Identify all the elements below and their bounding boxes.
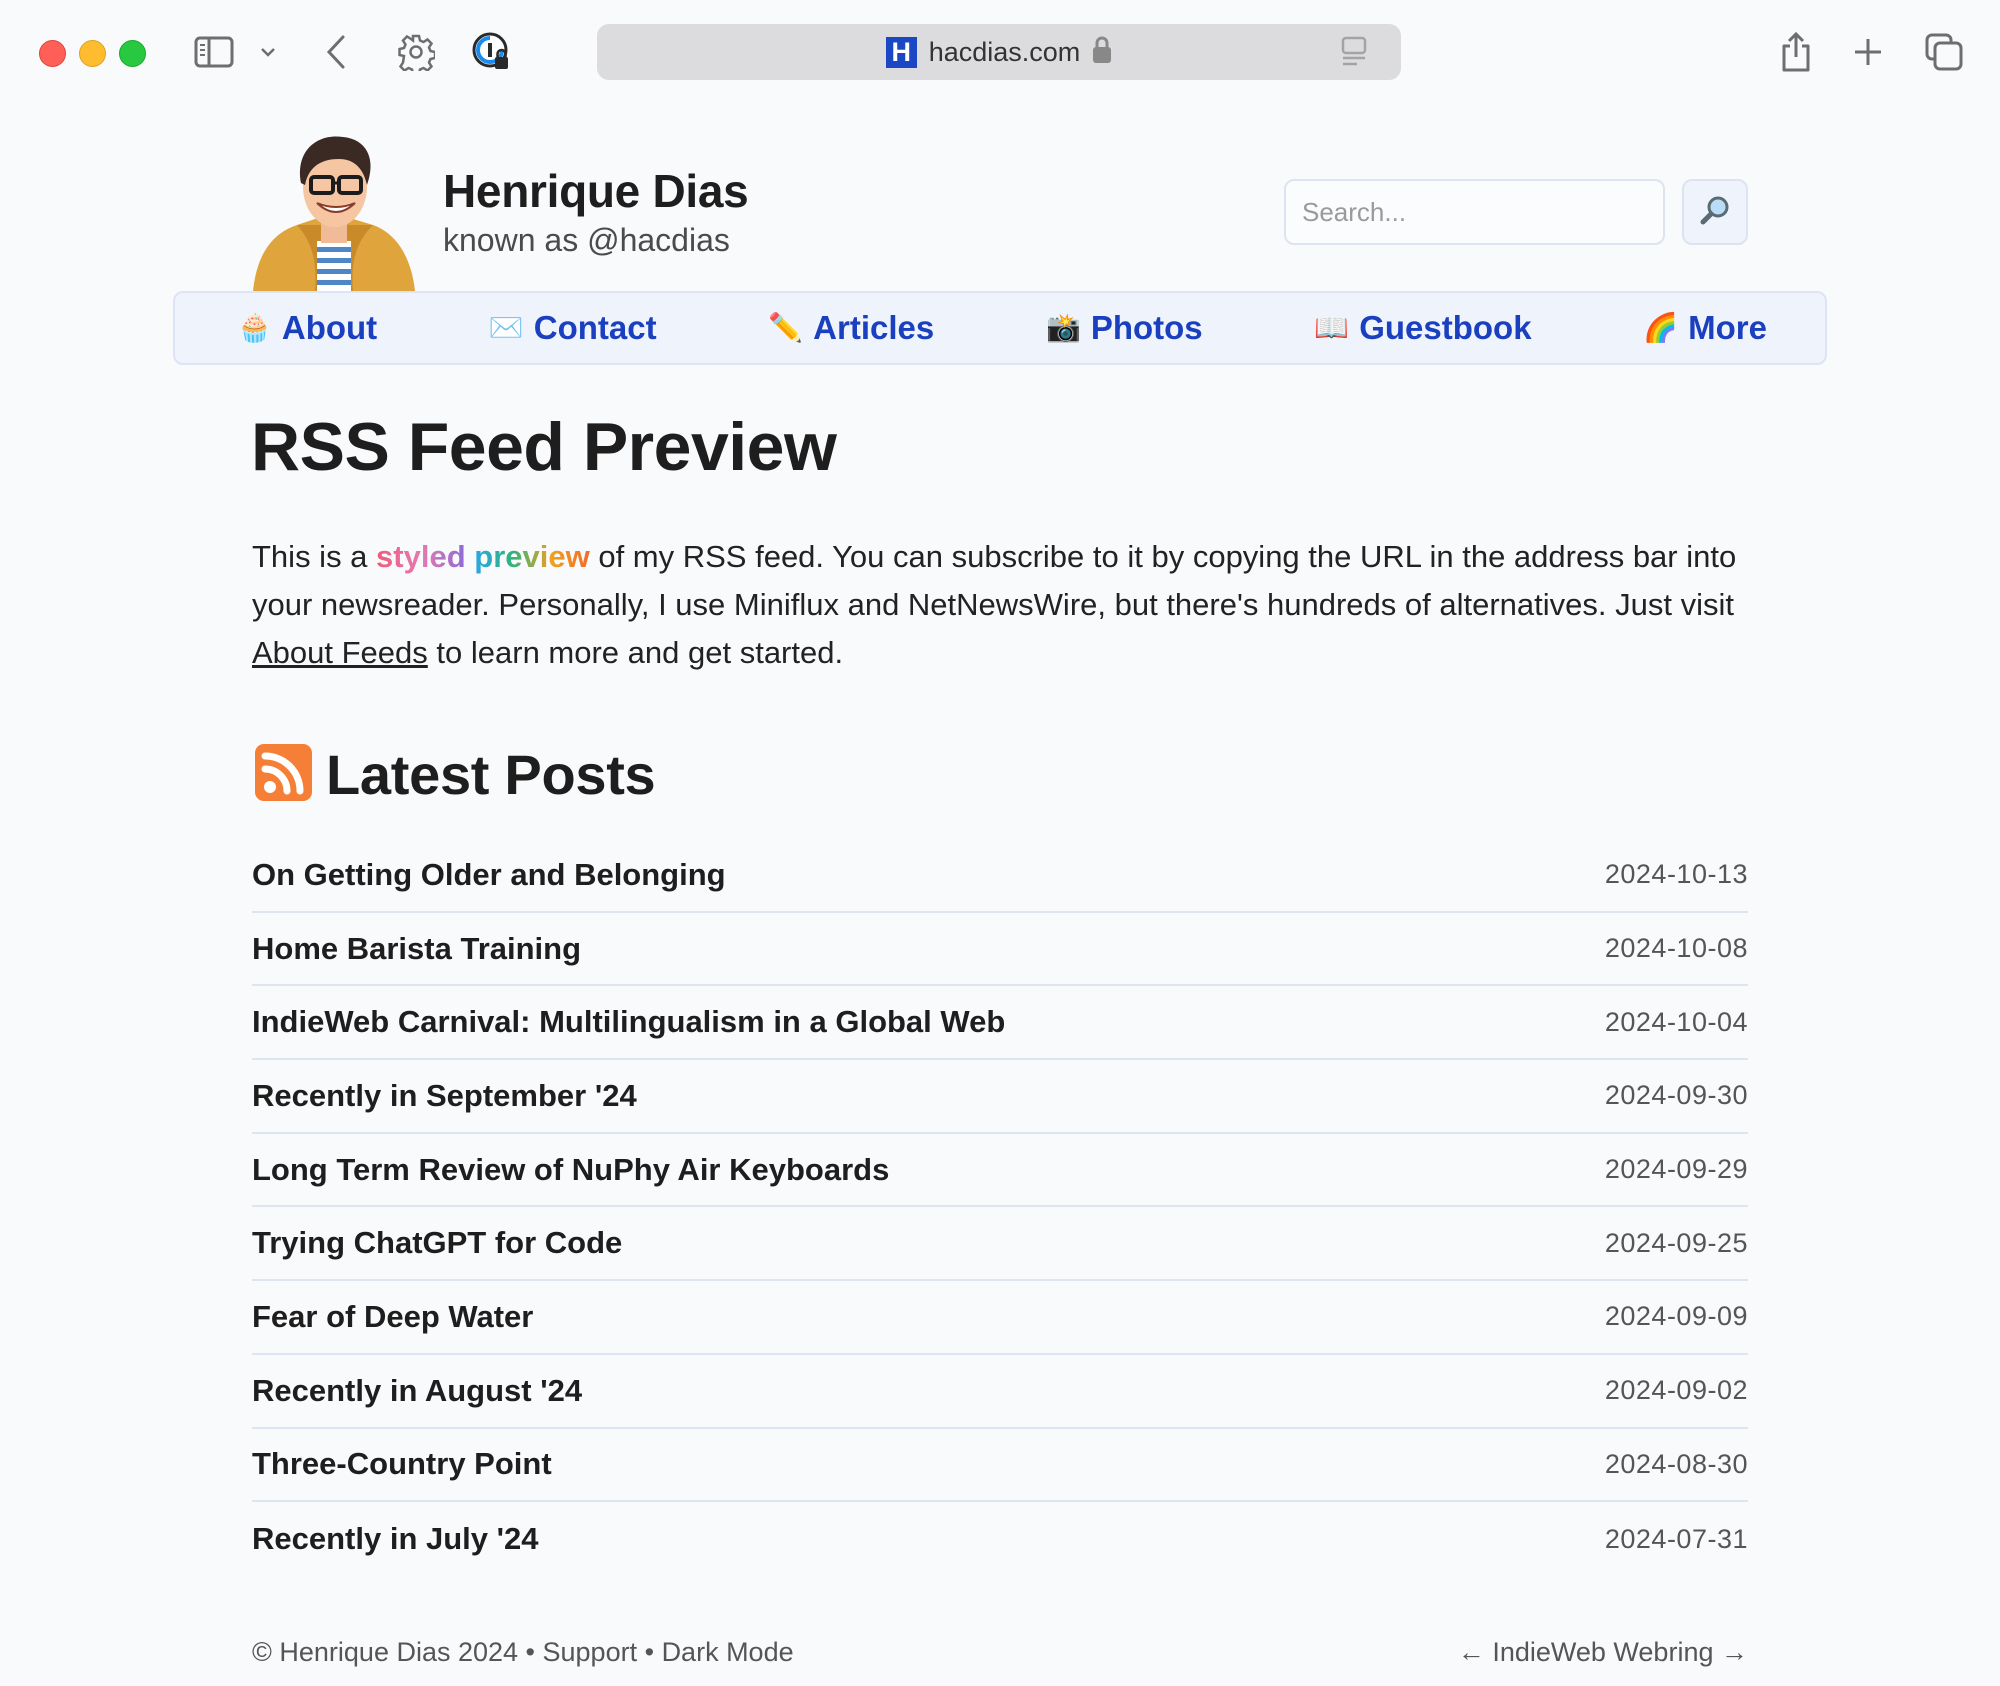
post-title-link[interactable]: Three-Country Point — [252, 1446, 552, 1482]
webring-link[interactable]: IndieWeb Webring — [1492, 1637, 1713, 1667]
tab-overview-button[interactable] — [1922, 30, 1966, 74]
list-item: Recently in July '24 2024-07-31 — [252, 1502, 1748, 1576]
nav-item-articles[interactable]: ✏️ Articles — [768, 309, 934, 347]
zoom-window-button[interactable] — [119, 40, 146, 67]
support-link[interactable]: Support — [543, 1637, 638, 1667]
pencil-icon: ✏️ — [768, 312, 804, 343]
intro-paragraph: This is a styled preview of my RSS feed.… — [252, 539, 1737, 670]
nav-item-contact[interactable]: ✉️ Contact — [489, 309, 657, 347]
gear-icon — [397, 33, 435, 71]
preview-word: preview — [474, 539, 590, 574]
password-extension-icon — [471, 31, 513, 73]
tab-group-dropdown[interactable] — [246, 30, 290, 74]
post-title-link[interactable]: Recently in August '24 — [252, 1373, 582, 1409]
webring: ← IndieWeb Webring → — [1458, 1637, 1748, 1668]
styled-word: styled — [376, 539, 466, 574]
post-date: 2024-09-29 — [1604, 1154, 1748, 1185]
post-date: 2024-07-31 — [1604, 1523, 1748, 1554]
share-button[interactable] — [1774, 30, 1818, 74]
address-bar[interactable]: H hacdias.com — [597, 24, 1401, 80]
chevron-down-icon — [260, 46, 276, 58]
post-title-link[interactable]: Fear of Deep Water — [252, 1299, 533, 1335]
rss-icon — [255, 743, 312, 806]
sidebar-toggle-button[interactable] — [192, 30, 236, 74]
open-book-icon: 📖 — [1314, 312, 1350, 343]
site-handle: known as @hacdias — [443, 222, 730, 258]
footer-left: © Henrique Dias 2024 • Support • Dark Mo… — [252, 1637, 794, 1667]
post-date: 2024-10-04 — [1604, 1006, 1748, 1037]
list-item: Fear of Deep Water 2024-09-09 — [252, 1281, 1748, 1355]
site-name[interactable]: Henrique Dias — [443, 164, 749, 218]
list-item: Three-Country Point 2024-08-30 — [252, 1429, 1748, 1503]
about-feeds-link[interactable]: About Feeds — [252, 635, 428, 670]
camera-flash-icon: 📸 — [1045, 312, 1081, 343]
post-date: 2024-09-30 — [1604, 1080, 1748, 1111]
back-icon — [326, 35, 346, 69]
posts-list: On Getting Older and Belonging 2024-10-13… — [252, 839, 1748, 1576]
site-favicon: H — [885, 36, 917, 68]
post-date: 2024-09-09 — [1604, 1301, 1748, 1332]
minimize-window-button[interactable] — [79, 40, 106, 67]
back-button[interactable] — [314, 30, 358, 74]
list-item: Recently in September '24 2024-09-30 — [252, 1060, 1748, 1134]
webring-prev-link[interactable]: ← — [1458, 1637, 1485, 1667]
post-title-link[interactable]: Recently in September '24 — [252, 1078, 637, 1114]
new-tab-button[interactable] — [1846, 30, 1890, 74]
url-text: hacdias.com — [928, 36, 1081, 67]
post-title-link[interactable]: IndieWeb Carnival: Multilingualism in a … — [252, 1004, 1005, 1040]
dark-mode-toggle[interactable]: Dark Mode — [662, 1637, 794, 1667]
browser-toolbar: H hacdias.com — [0, 0, 2000, 102]
post-date: 2024-10-08 — [1604, 933, 1748, 964]
webring-next-link[interactable]: → — [1721, 1637, 1748, 1667]
password-extension-button[interactable] — [470, 30, 514, 74]
search-button[interactable] — [1682, 179, 1748, 245]
page-title: RSS Feed Preview — [251, 409, 837, 485]
new-tab-icon — [1853, 37, 1883, 67]
list-item: On Getting Older and Belonging 2024-10-13 — [252, 839, 1748, 913]
post-date: 2024-10-13 — [1604, 859, 1748, 890]
avatar[interactable] — [253, 133, 415, 291]
nav-item-more[interactable]: 🌈 More — [1643, 309, 1767, 347]
tabs-overview-icon — [1925, 33, 1963, 71]
search-input[interactable] — [1284, 179, 1665, 245]
post-title-link[interactable]: Recently in July '24 — [252, 1521, 539, 1557]
sidebar-icon — [194, 36, 234, 68]
post-date: 2024-09-02 — [1604, 1375, 1748, 1406]
envelope-icon: ✉️ — [488, 312, 524, 343]
post-title-link[interactable]: On Getting Older and Belonging — [252, 857, 726, 893]
lock-icon — [1092, 36, 1112, 69]
list-item: IndieWeb Carnival: Multilingualism in a … — [252, 986, 1748, 1061]
cupcake-icon: 🧁 — [237, 312, 272, 343]
rainbow-icon: 🌈 — [1643, 312, 1679, 343]
latest-posts-heading: Latest Posts — [255, 742, 656, 807]
list-item: Trying ChatGPT for Code 2024-09-25 — [252, 1207, 1748, 1282]
post-date: 2024-08-30 — [1604, 1448, 1748, 1479]
settings-button[interactable] — [394, 30, 438, 74]
magnifier-icon — [1699, 194, 1731, 231]
post-title-link[interactable]: Home Barista Training — [252, 931, 581, 967]
list-item: Home Barista Training 2024-10-08 — [252, 913, 1748, 987]
post-date: 2024-09-25 — [1604, 1227, 1748, 1258]
nav-item-about[interactable]: 🧁 About — [237, 309, 377, 347]
post-title-link[interactable]: Trying ChatGPT for Code — [252, 1225, 622, 1261]
copyright: © Henrique Dias 2024 — [252, 1637, 519, 1667]
list-item: Long Term Review of NuPhy Air Keyboards 2… — [252, 1134, 1748, 1208]
share-icon — [1780, 32, 1812, 72]
reader-mode-icon[interactable] — [1341, 36, 1367, 73]
close-window-button[interactable] — [39, 40, 66, 67]
post-title-link[interactable]: Long Term Review of NuPhy Air Keyboards — [252, 1152, 889, 1188]
list-item: Recently in August '24 2024-09-02 — [252, 1355, 1748, 1429]
main-nav: 🧁 About ✉️ Contact ✏️ Articles 📸 Photos … — [173, 291, 1827, 365]
nav-item-guestbook[interactable]: 📖 Guestbook — [1314, 309, 1531, 347]
nav-item-photos[interactable]: 📸 Photos — [1046, 309, 1203, 347]
